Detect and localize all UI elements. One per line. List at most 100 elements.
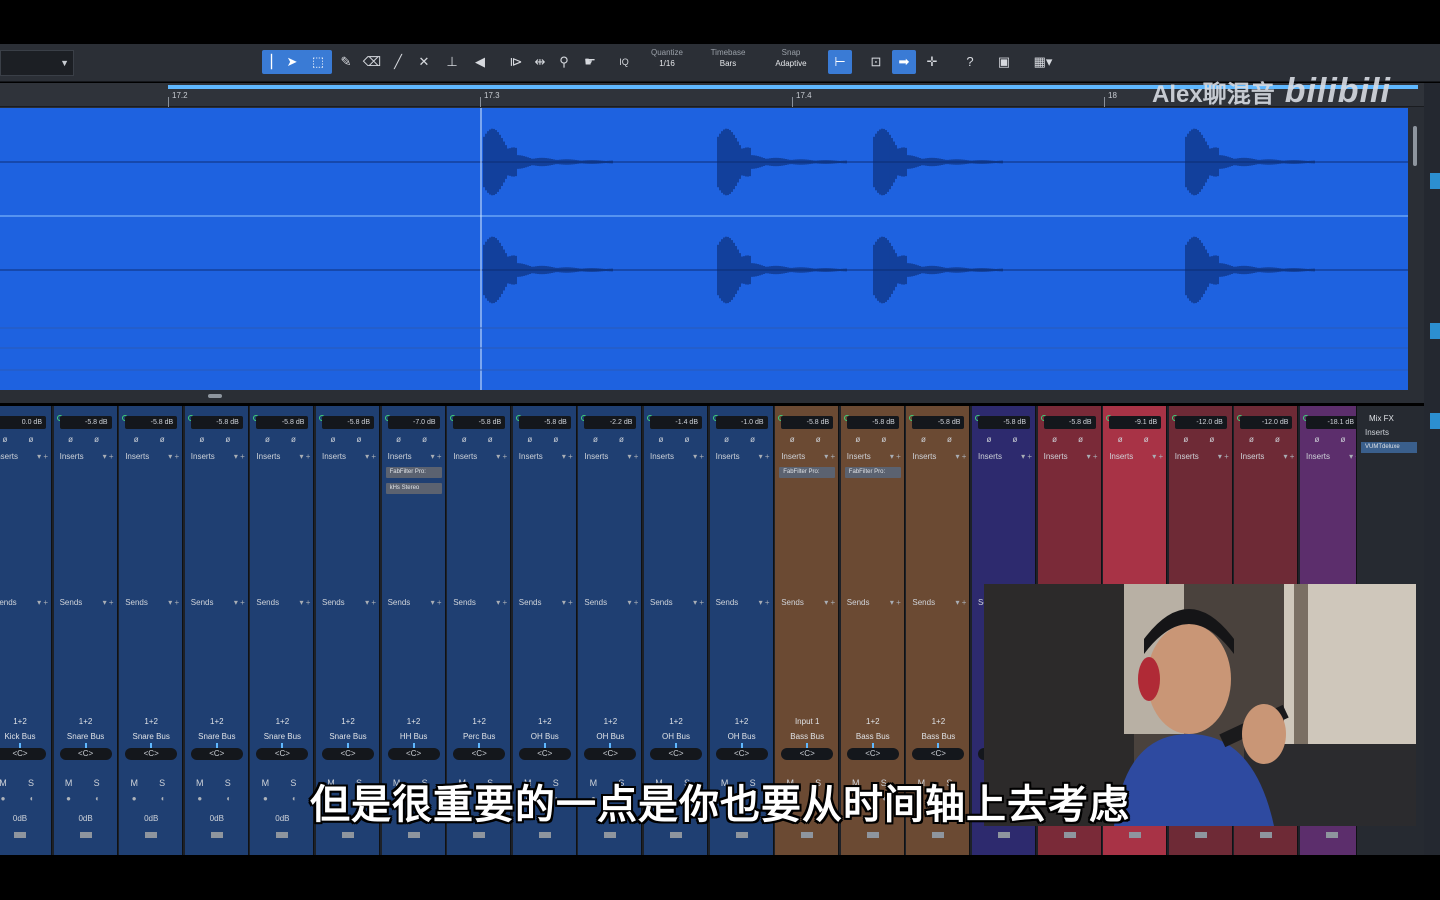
pan-control[interactable]: <C> [518,743,571,760]
volume-fader[interactable] [1107,828,1163,855]
add-insert-icon[interactable]: ▾ + [103,451,114,463]
pan-control[interactable]: <C> [650,743,702,760]
output-bus[interactable]: Snare Bus [123,731,179,743]
input-selector[interactable]: 1+2 [845,716,901,728]
phase-icon[interactable]: ø [811,435,825,445]
range-tool-icon[interactable]: ⬚ [306,50,330,74]
add-send-icon[interactable]: ▾ + [496,597,507,609]
pan-control[interactable]: <C> [584,743,637,760]
add-insert-icon[interactable]: ▾ + [234,451,245,463]
fader-cap[interactable] [932,832,945,838]
volume-fader[interactable] [845,828,901,855]
insert-plugin[interactable]: FabFilter Pro: [844,467,901,478]
scroll-thumb[interactable] [208,394,222,398]
add-insert-icon[interactable]: ▾ + [1283,451,1294,463]
sends-header[interactable]: Sends ▾ + [515,597,575,609]
fader-cap[interactable] [407,832,420,838]
phase-icon[interactable]: ø [24,435,38,445]
phase-icon[interactable]: ø [1205,435,1219,445]
add-insert-icon[interactable]: ▾ + [431,451,442,463]
fader-cap[interactable] [801,832,814,838]
fader-cap[interactable] [670,832,682,838]
volume-fader[interactable] [1238,828,1294,855]
pan-control[interactable]: <C> [190,743,243,760]
phase-icon[interactable]: ø [588,435,602,445]
pan-control[interactable]: <C> [453,743,506,760]
phase-icon[interactable]: ø [523,435,537,445]
output-bus[interactable]: OH Bus [582,731,638,743]
add-insert-icon[interactable]: ▾ + [1218,451,1229,463]
output-bus[interactable]: Snare Bus [254,731,310,743]
phase-icon[interactable]: ø [1244,435,1258,445]
volume-readout[interactable]: -5.8 dB [453,416,506,429]
volume-readout[interactable]: -18.1 dB [1306,416,1358,429]
fader-cap[interactable] [1326,832,1338,838]
input-selector[interactable]: 1+2 [123,716,179,728]
volume-readout[interactable]: -5.8 dB [518,416,571,429]
sends-header[interactable]: Sends ▾ + [121,597,181,609]
add-insert-icon[interactable]: ▾ + [1021,451,1032,463]
volume-fader[interactable] [451,828,507,855]
autoscroll-icon[interactable]: ⊡ [864,50,888,74]
add-insert-icon[interactable]: ▾ + [693,451,704,463]
phase-icon[interactable]: ø [680,435,694,445]
volume-fader[interactable] [910,828,966,855]
inserts-header[interactable]: Inserts▾ + [580,451,640,463]
add-insert-icon[interactable]: ▾ + [627,451,638,463]
input-selector[interactable]: 1+2 [648,716,704,728]
add-send-icon[interactable]: ▾ + [103,597,114,609]
sends-header[interactable]: Sends ▾ + [777,597,837,609]
output-bus[interactable]: Perc Bus [451,731,507,743]
fader-cap[interactable] [998,832,1010,838]
input-selector[interactable]: 1+2 [189,716,245,728]
sends-header[interactable]: Sends ▾ + [712,597,772,609]
zoom-tool-icon[interactable]: ⚲ [552,50,576,74]
volume-readout[interactable]: 0.0 dB [0,416,46,429]
mix-fx-inserts[interactable]: Inserts [1361,428,1421,437]
add-send-icon[interactable]: ▾ + [759,597,770,609]
volume-fader[interactable] [0,828,48,855]
volume-fader[interactable] [58,828,114,855]
insert-plugin[interactable]: FabFilter Pro: [779,467,836,478]
fader-cap[interactable] [79,832,92,838]
fader-cap[interactable] [342,832,354,838]
sends-header[interactable]: Sends ▾ + [187,597,247,609]
inserts-header[interactable]: Inserts▾ + [974,451,1034,463]
output-bus[interactable]: Snare Bus [189,731,245,743]
inserts-header[interactable]: Inserts▾ + [515,451,575,463]
inserts-header[interactable]: Inserts▾ + [449,451,509,463]
add-insert-icon[interactable]: ▾ + [365,451,376,463]
phase-icon[interactable]: ø [1048,435,1062,445]
add-send-icon[interactable]: ▾ + [562,597,573,609]
phase-icon[interactable]: ø [1113,435,1127,445]
volume-readout[interactable]: -9.1 dB [1109,416,1162,429]
phase-icon[interactable]: ø [720,435,734,445]
phase-icon[interactable]: ø [1074,435,1088,445]
phase-icon[interactable]: ø [1336,435,1350,445]
phase-icon[interactable]: ø [0,435,12,445]
input-selector[interactable]: 1+2 [451,716,507,728]
input-selector[interactable]: 1+2 [714,716,770,728]
volume-fader[interactable] [714,828,770,855]
phase-icon[interactable]: ø [90,435,104,445]
add-send-icon[interactable]: ▾ + [890,597,901,609]
phase-icon[interactable]: ø [195,435,209,445]
add-insert-icon[interactable]: ▾ + [496,451,507,463]
volume-fader[interactable] [517,828,573,855]
inserts-header[interactable]: Inserts▾ + [1302,451,1362,463]
output-bus[interactable]: OH Bus [648,731,704,743]
inserts-header[interactable]: Inserts▾ + [252,451,312,463]
add-send-icon[interactable]: ▾ + [168,597,179,609]
input-selector[interactable]: 1+2 [254,716,310,728]
cursor-follow-icon[interactable]: ✛ [920,50,944,74]
phase-icon[interactable]: ø [221,435,235,445]
phase-icon[interactable]: ø [64,435,78,445]
inserts-header[interactable]: Inserts▾ + [121,451,181,463]
output-bus[interactable]: Snare Bus [320,731,376,743]
add-insert-icon[interactable]: ▾ + [1087,451,1098,463]
pan-control[interactable]: <C> [781,743,834,760]
fader-cap[interactable] [1129,832,1142,838]
follow-icon[interactable]: ➡ [892,50,916,74]
volume-fader[interactable] [254,828,310,855]
output-bus[interactable]: Kick Bus [0,731,48,743]
